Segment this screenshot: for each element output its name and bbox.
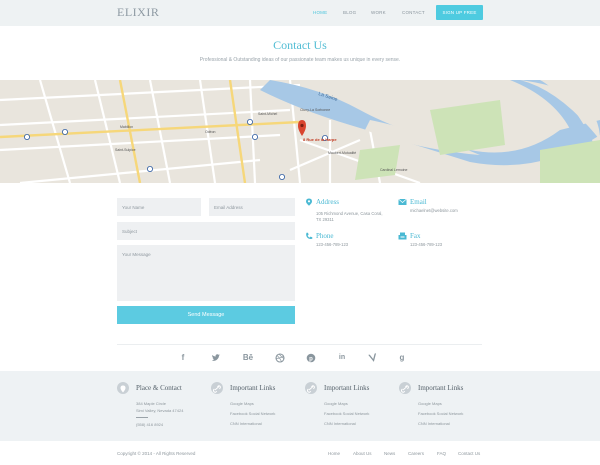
bottom-link-news[interactable]: News (384, 451, 395, 456)
dribbble-icon[interactable] (274, 352, 286, 364)
facebook-icon[interactable]: f (177, 352, 189, 364)
top-navbar: ELIXIR HOME BLOG WORK CONTACT SIGN UP FR… (0, 0, 600, 26)
phone-value: 123-456-789-123 (316, 242, 349, 247)
divider (136, 417, 148, 418)
footer-links-title: Important Links (418, 384, 464, 392)
fax-value: 123-456-789-123 (410, 242, 443, 247)
linkedin-icon[interactable]: in (336, 352, 348, 364)
nav-work[interactable]: WORK (371, 10, 386, 15)
link-icon (305, 382, 317, 394)
behance-icon[interactable]: Bē (242, 352, 254, 364)
divider (117, 344, 482, 345)
pinterest-icon[interactable]: p (305, 352, 317, 364)
map-label: Mabillon (120, 125, 134, 129)
bottom-link-contact[interactable]: Contact Us (458, 451, 480, 456)
location-pin-icon (117, 382, 129, 394)
footer (0, 371, 600, 441)
footer-link[interactable]: Facebook Social Network (230, 411, 275, 416)
name-input[interactable]: Your Name (117, 198, 201, 216)
bottom-link-home[interactable]: Home (328, 451, 340, 456)
nav-home[interactable]: HOME (313, 10, 327, 15)
address-title: Address (316, 198, 339, 206)
google-plus-icon[interactable]: g (396, 352, 408, 364)
subject-input[interactable]: Subject (117, 222, 295, 240)
email-title: Email (410, 198, 427, 206)
map-label: Saint-Michel (258, 112, 278, 116)
bottom-link-about[interactable]: About Us (353, 451, 372, 456)
footer-link[interactable]: Google Maps (418, 401, 442, 406)
map[interactable]: 8 Rue de la Harpe La Seine Saint-Michel … (0, 80, 600, 183)
footer-link[interactable]: CNN International (418, 421, 450, 426)
link-icon (211, 382, 223, 394)
phone-icon (306, 232, 313, 239)
footer-address-line-2: Simi Valley, Nevada 47424 (136, 408, 184, 413)
email-value[interactable]: michaelnet@website.com (410, 208, 458, 214)
email-input[interactable]: Email Address (209, 198, 295, 216)
envelope-icon (398, 198, 407, 205)
map-label: Cardinal Lemoine (380, 168, 408, 172)
address-line-2: TX 29311 (316, 217, 334, 222)
map-label: Maubert-Mutualité (328, 151, 357, 155)
footer-address-line-1: 384 Maple Circle (136, 401, 167, 406)
nav-contact[interactable]: CONTACT (402, 10, 425, 15)
copyright: Copyright © 2014 - All Rights Reserved (117, 451, 196, 456)
footer-link[interactable]: CNN International (324, 421, 356, 426)
footer-link[interactable]: Facebook Social Network (324, 411, 369, 416)
map-label: Cluny-La Sorbonne (300, 108, 331, 112)
sign-up-button[interactable]: SIGN UP FREE (436, 5, 483, 20)
footer-link[interactable]: Google Maps (230, 401, 254, 406)
bottom-link-careers[interactable]: Careers (408, 451, 424, 456)
footer-link[interactable]: Facebook Social Network (418, 411, 463, 416)
footer-link[interactable]: Google Maps (324, 401, 348, 406)
location-pin-icon (306, 198, 312, 206)
nav-blog[interactable]: BLOG (343, 10, 356, 15)
footer-links-title: Important Links (324, 384, 370, 392)
fax-title: Fax (410, 232, 421, 240)
map-label: Odéon (205, 130, 216, 134)
footer-link[interactable]: CNN International (230, 421, 262, 426)
phone-title: Phone (316, 232, 334, 240)
vine-icon[interactable] (367, 352, 379, 364)
map-label: Saint-Sulpice (115, 148, 136, 152)
footer-place-title: Place & Contact (136, 384, 182, 392)
send-message-button[interactable]: Send Message (117, 306, 295, 324)
page-title: Contact Us (273, 38, 327, 52)
svg-text:p: p (309, 356, 313, 362)
map-canvas[interactable] (0, 80, 600, 183)
footer-phone: (558) 416 8924 (136, 422, 164, 427)
message-textarea[interactable]: Your Message (117, 245, 295, 301)
twitter-icon[interactable] (210, 352, 222, 364)
logo[interactable]: ELIXIR (117, 5, 159, 20)
fax-icon (398, 232, 407, 240)
page-subtitle: Professional & Outstanding ideas of our … (199, 57, 401, 63)
link-icon (399, 382, 411, 394)
bottom-link-faq[interactable]: FAQ (437, 451, 446, 456)
footer-links-title: Important Links (230, 384, 276, 392)
map-pin-label: 8 Rue de la Harpe (303, 137, 337, 142)
